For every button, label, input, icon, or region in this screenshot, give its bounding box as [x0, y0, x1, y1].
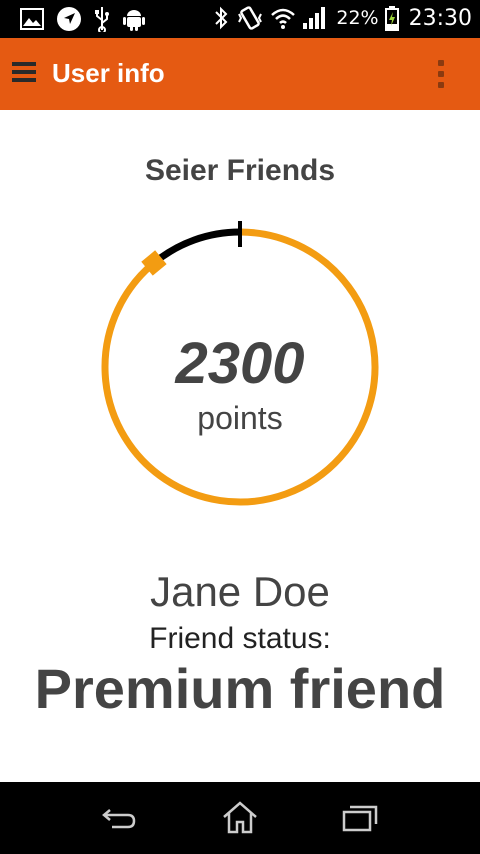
user-name: Jane Doe [150, 568, 330, 615]
app-bar: User info [0, 38, 480, 110]
signal-icon [302, 6, 326, 30]
hamburger-menu-icon[interactable] [12, 62, 36, 86]
page-title: User info [52, 58, 165, 88]
friend-status-value: Premium friend [34, 657, 446, 720]
recent-apps-icon[interactable] [340, 800, 380, 836]
progress-start-tick [238, 221, 242, 247]
battery-charging-icon [384, 5, 399, 31]
more-vert-icon[interactable] [438, 60, 446, 90]
image-icon [20, 8, 44, 30]
battery-percent: 22% [336, 7, 379, 29]
clock: 23:30 [408, 5, 472, 31]
status-bar: 22% 23:30 [0, 0, 480, 38]
points-label: points [197, 400, 283, 436]
navigation-icon [56, 6, 82, 32]
home-icon[interactable] [220, 800, 260, 836]
navigation-bar [0, 782, 480, 854]
friend-status-label: Friend status: [149, 622, 331, 655]
bluetooth-icon [212, 4, 230, 32]
android-icon [122, 6, 146, 32]
club-name: Seier Friends [144, 154, 336, 187]
wifi-icon [270, 6, 296, 30]
vibrate-icon [236, 4, 264, 32]
back-icon[interactable] [100, 800, 140, 836]
points-value: 2300 [175, 331, 305, 396]
progress-ring-remaining [151, 228, 241, 266]
usb-icon [94, 6, 110, 32]
